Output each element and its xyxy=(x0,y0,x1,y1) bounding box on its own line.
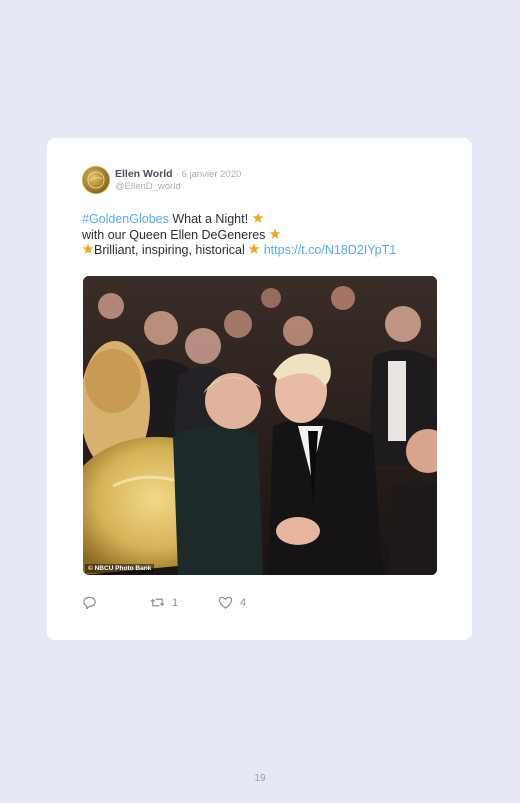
star-emoji-icon xyxy=(248,243,260,254)
retweet-button[interactable]: 1 xyxy=(150,595,178,610)
author-name[interactable]: Ellen World xyxy=(115,168,173,180)
tweet-photo[interactable]: © NBCU Photo Bank xyxy=(83,276,437,575)
tweet-actions: 1 4 xyxy=(82,595,442,613)
tweet-line-3-text: Brilliant, inspiring, historical xyxy=(94,243,249,257)
tweet-line-1: #GoldenGlobes What a Night! xyxy=(82,212,442,228)
heart-icon xyxy=(218,596,233,609)
tweet-card: Ellen World · 6 janvier 2020 @EllenD_wor… xyxy=(47,138,472,640)
author-handle[interactable]: @EllenD_world xyxy=(115,181,181,192)
photo-illustration xyxy=(83,276,437,575)
tweet-url-link[interactable]: https://t.co/N18D2IYpT1 xyxy=(264,243,396,257)
separator-dot: · xyxy=(175,169,179,180)
like-button[interactable]: 4 xyxy=(218,595,246,610)
like-count: 4 xyxy=(240,596,247,609)
retweet-count: 1 xyxy=(172,596,179,609)
star-emoji-icon xyxy=(269,228,281,239)
tweet-line-3: Brilliant, inspiring, historical https:/… xyxy=(82,243,442,259)
author-row: Ellen World · 6 janvier 2020 xyxy=(115,168,241,180)
author-avatar[interactable] xyxy=(82,166,110,194)
tweet-line-1-text: What a Night! xyxy=(168,212,252,226)
photo-credit: © NBCU Photo Bank xyxy=(85,564,155,573)
star-emoji-icon xyxy=(82,243,94,254)
reply-icon xyxy=(83,596,96,610)
tweet-line-2-text: with our Queen Ellen DeGeneres xyxy=(82,227,269,242)
star-emoji-icon xyxy=(252,212,263,223)
retweet-icon xyxy=(150,598,165,607)
tweet-date[interactable]: 6 janvier 2020 xyxy=(182,169,242,180)
tweet-text: #GoldenGlobes What a Night! with our Que… xyxy=(82,212,442,259)
reply-button[interactable] xyxy=(82,595,97,610)
tweet-line-2: with our Queen Ellen DeGeneres xyxy=(82,228,442,244)
page-number: 19 xyxy=(254,773,266,784)
hashtag-link[interactable]: #GoldenGlobes xyxy=(82,212,169,226)
avatar-logo-icon xyxy=(87,171,105,189)
